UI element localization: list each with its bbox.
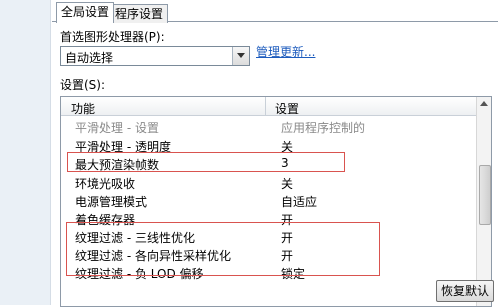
settings-label: 设置(S): [60, 78, 106, 92]
row-value: 自适应 [281, 195, 318, 209]
row-feature: 平滑处理 - 设置 [75, 121, 159, 135]
settings-table: 功能 设置 平滑处理 - 设置 应用程序控制的 平滑处理 - 透明度 关 最大预… [60, 96, 492, 307]
column-divider[interactable] [265, 97, 266, 115]
row-value: 3 [281, 156, 289, 170]
table-row[interactable]: 纹理过滤 - 三线性优化 开 [61, 227, 476, 246]
gpu-select-dropdown-button[interactable] [232, 47, 249, 65]
table-row[interactable]: 纹理过滤 - 负 LOD 偏移 锁定 [61, 263, 476, 282]
row-value: 关 [281, 177, 294, 191]
row-feature: 着色缓存器 [75, 213, 136, 227]
row-feature: 平滑处理 - 透明度 [75, 140, 171, 154]
row-feature: 最大预渲染帧数 [75, 158, 160, 172]
tab-global-settings[interactable]: 全局设置 [56, 2, 115, 23]
scrollbar-thumb[interactable] [479, 165, 491, 225]
column-header-setting[interactable]: 设置 [275, 100, 299, 117]
tab-program-settings[interactable]: 程序设置 [110, 4, 169, 23]
row-feature: 纹理过滤 - 负 LOD 偏移 [75, 267, 204, 281]
table-row[interactable]: 环境光吸收 关 [61, 173, 476, 192]
row-value: 锁定 [281, 267, 306, 281]
table-row[interactable]: 着色缓存器 开 [61, 209, 476, 228]
table-row[interactable]: 电源管理模式 自适应 [61, 191, 476, 210]
gpu-label: 首选图形处理器(P): [60, 30, 165, 44]
manage-updates-link[interactable]: 管理更新... [256, 43, 315, 60]
row-value: 应用程序控制的 [281, 121, 366, 135]
row-feature: 环境光吸收 [75, 177, 136, 191]
restore-defaults-button[interactable]: 恢复默认 [436, 280, 494, 302]
chevron-down-icon [237, 53, 245, 58]
row-value: 开 [281, 231, 294, 245]
table-row[interactable]: 平滑处理 - 设置 应用程序控制的 [61, 117, 476, 136]
vertical-scrollbar[interactable] [476, 97, 491, 306]
gpu-select-value: 自动选择 [65, 51, 114, 65]
gpu-select[interactable]: 自动选择 [60, 46, 250, 66]
table-row[interactable]: 纹理过滤 - 各向异性采样优化 开 [61, 245, 476, 264]
row-value: 开 [281, 249, 294, 263]
row-feature: 纹理过滤 - 三线性优化 [75, 231, 195, 245]
row-feature: 电源管理模式 [75, 195, 148, 209]
row-value: 开 [281, 213, 294, 227]
scroll-up-icon[interactable] [477, 97, 491, 111]
table-header: 功能 设置 [61, 97, 476, 116]
table-row[interactable]: 最大预渲染帧数 3 [61, 154, 476, 173]
table-row[interactable]: 平滑处理 - 透明度 关 [61, 136, 476, 155]
row-value: 关 [281, 140, 294, 154]
left-panel-strip [0, 0, 51, 305]
row-feature: 纹理过滤 - 各向异性采样优化 [75, 249, 231, 263]
column-header-feature[interactable]: 功能 [71, 100, 95, 117]
